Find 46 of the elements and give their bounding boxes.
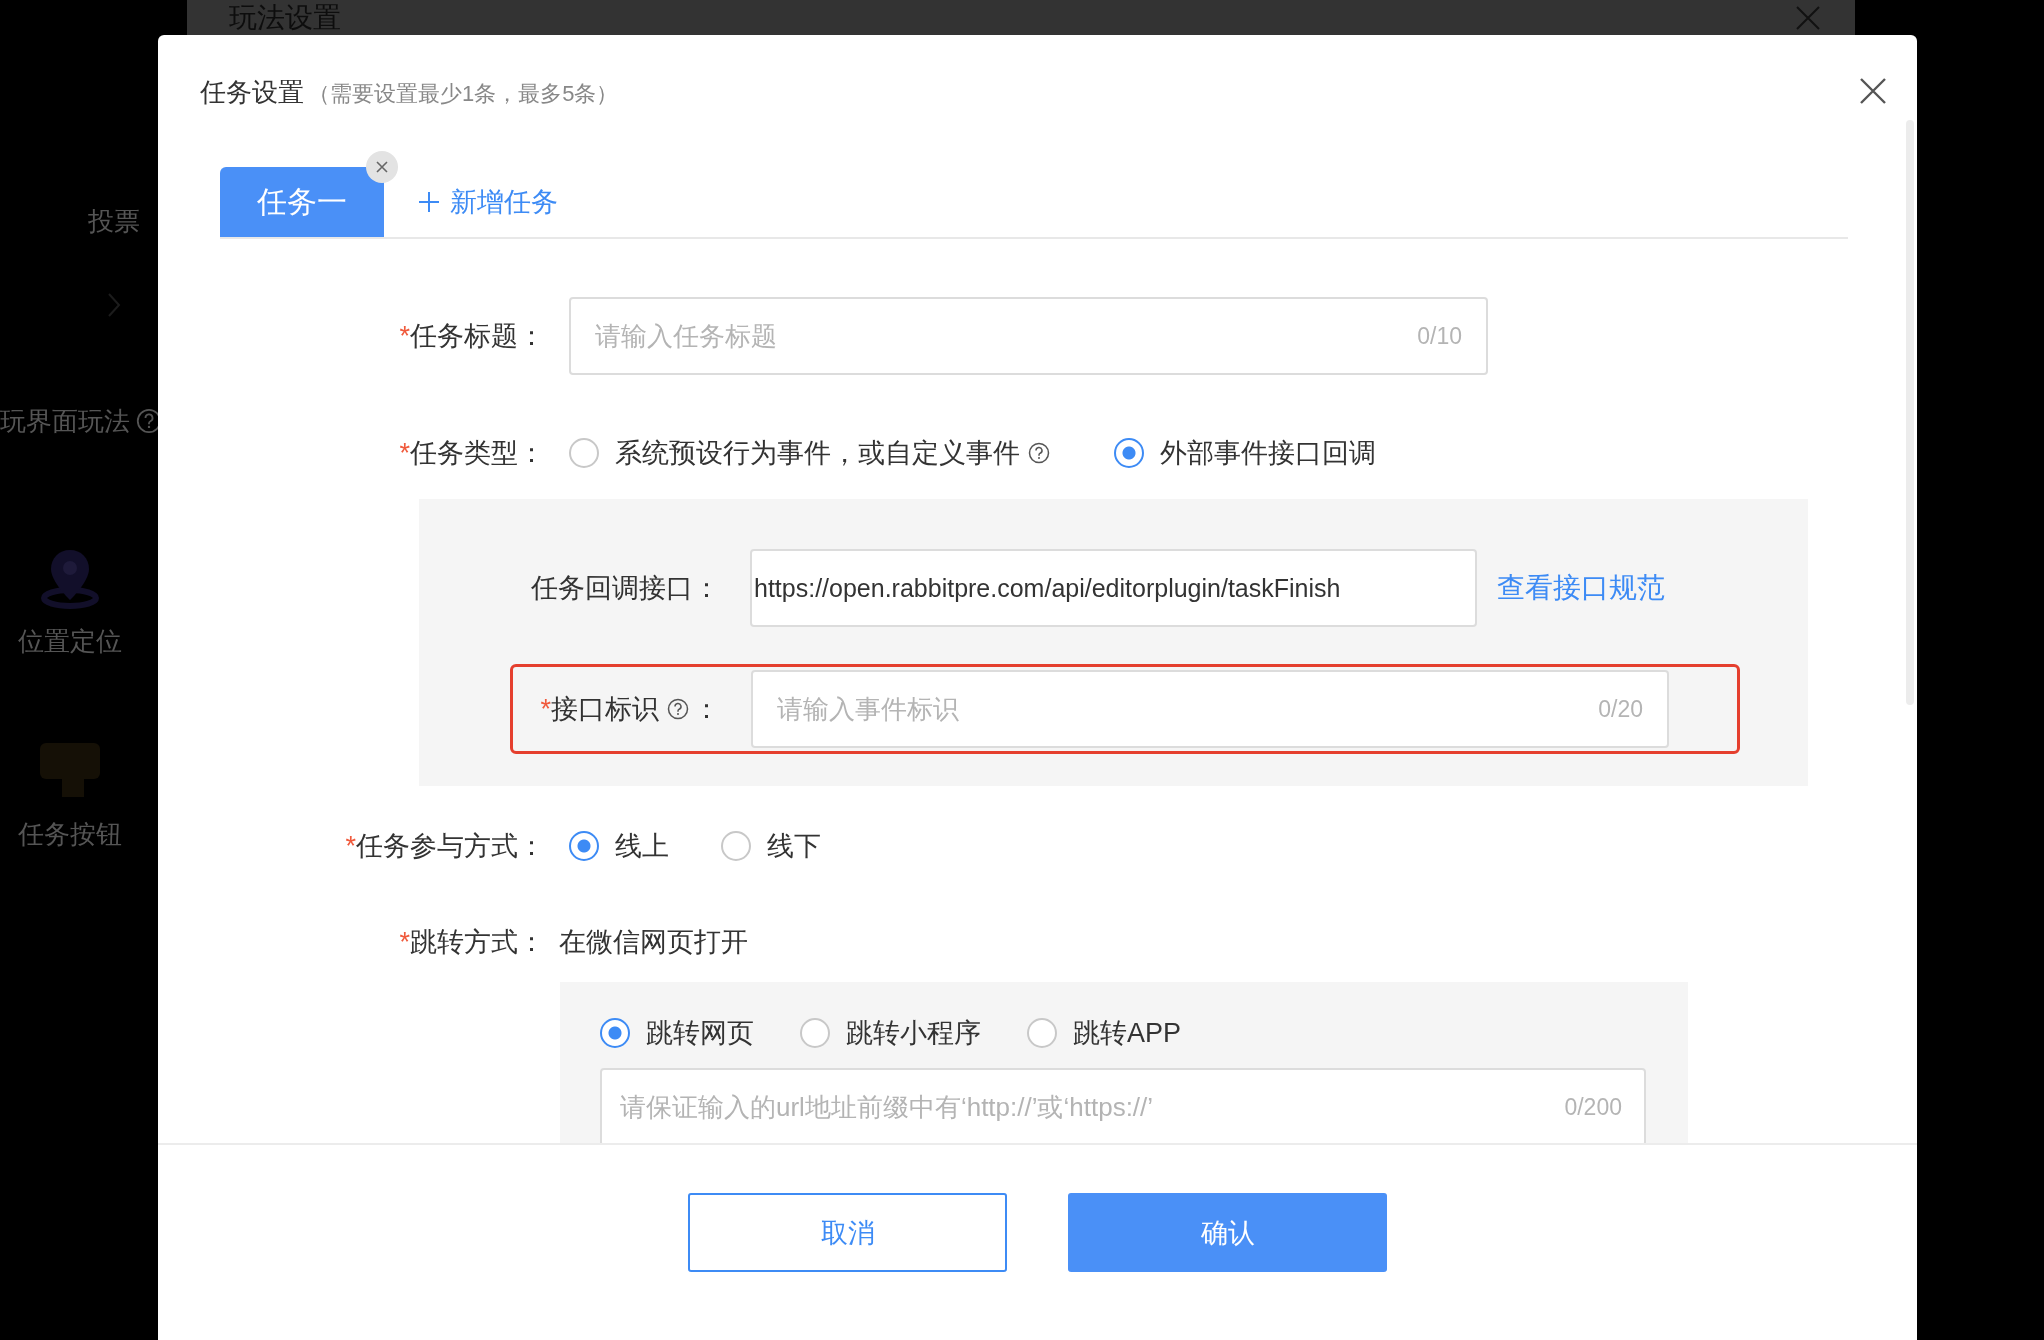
- help-icon[interactable]: [1028, 442, 1050, 464]
- required-asterisk: *: [399, 926, 410, 958]
- radio-label[interactable]: 线下: [767, 828, 821, 864]
- side-label: 任务按钮: [18, 818, 122, 851]
- radio-label[interactable]: 外部事件接口回调: [1160, 435, 1376, 471]
- field-label: 任务回调接口：: [531, 572, 720, 605]
- placeholder: 请保证输入的url地址前缀中有‘http://’或‘https://’: [620, 1090, 1154, 1124]
- field-label: 接口标识: [551, 693, 659, 726]
- required-asterisk: *: [399, 437, 410, 469]
- radio-button[interactable]: [1114, 438, 1144, 468]
- radio-button[interactable]: [800, 1018, 830, 1048]
- required-asterisk: *: [345, 830, 356, 862]
- plus-icon[interactable]: [418, 191, 440, 213]
- radio-button[interactable]: [1027, 1018, 1057, 1048]
- placeholder: 请输入任务标题: [595, 319, 777, 353]
- dialog-title: 任务设置: [200, 76, 304, 109]
- required-asterisk: *: [399, 320, 410, 352]
- character-counter: 0/10: [1417, 322, 1462, 350]
- radio-button[interactable]: [569, 831, 599, 861]
- text-field[interactable]: https://open.rabbitpre.com/api/editorplugin/taskFinish: [750, 549, 1477, 627]
- close-icon[interactable]: [1859, 77, 1887, 105]
- placeholder: 请输入事件标识: [777, 692, 959, 726]
- field-label: 跳转方式：: [410, 926, 545, 959]
- radio-label[interactable]: 系统预设行为事件，或自定义事件: [615, 435, 1020, 471]
- character-counter: 0/200: [1564, 1093, 1622, 1121]
- radio-button[interactable]: [600, 1018, 630, 1048]
- required-asterisk: *: [540, 693, 551, 725]
- field-value: 在微信网页打开: [559, 926, 748, 959]
- radio-label[interactable]: 跳转小程序: [846, 1015, 981, 1051]
- side-label: 玩界面玩法: [0, 404, 130, 438]
- character-counter: 0/20: [1598, 695, 1643, 723]
- close-icon[interactable]: [365, 150, 399, 184]
- radio-label[interactable]: 跳转APP: [1073, 1015, 1182, 1051]
- field-label: 任务参与方式：: [356, 830, 545, 863]
- radio-label[interactable]: 跳转网页: [646, 1015, 754, 1051]
- field-value: https://open.rabbitpre.com/api/editorplugin/taskFinish: [754, 573, 1341, 603]
- radio-label[interactable]: 线上: [615, 828, 669, 864]
- radio-button[interactable]: [721, 831, 751, 861]
- field-label: 任务类型：: [410, 437, 545, 470]
- side-label: 位置定位: [18, 625, 122, 658]
- dialog-subtitle: （需要设置最少1条，最多5条）: [308, 80, 619, 108]
- side-label: 投票: [87, 204, 140, 238]
- help-icon[interactable]: [667, 698, 689, 720]
- radio-button[interactable]: [569, 438, 599, 468]
- field-label: ：: [693, 693, 720, 726]
- field-label: 任务标题：: [410, 320, 545, 353]
